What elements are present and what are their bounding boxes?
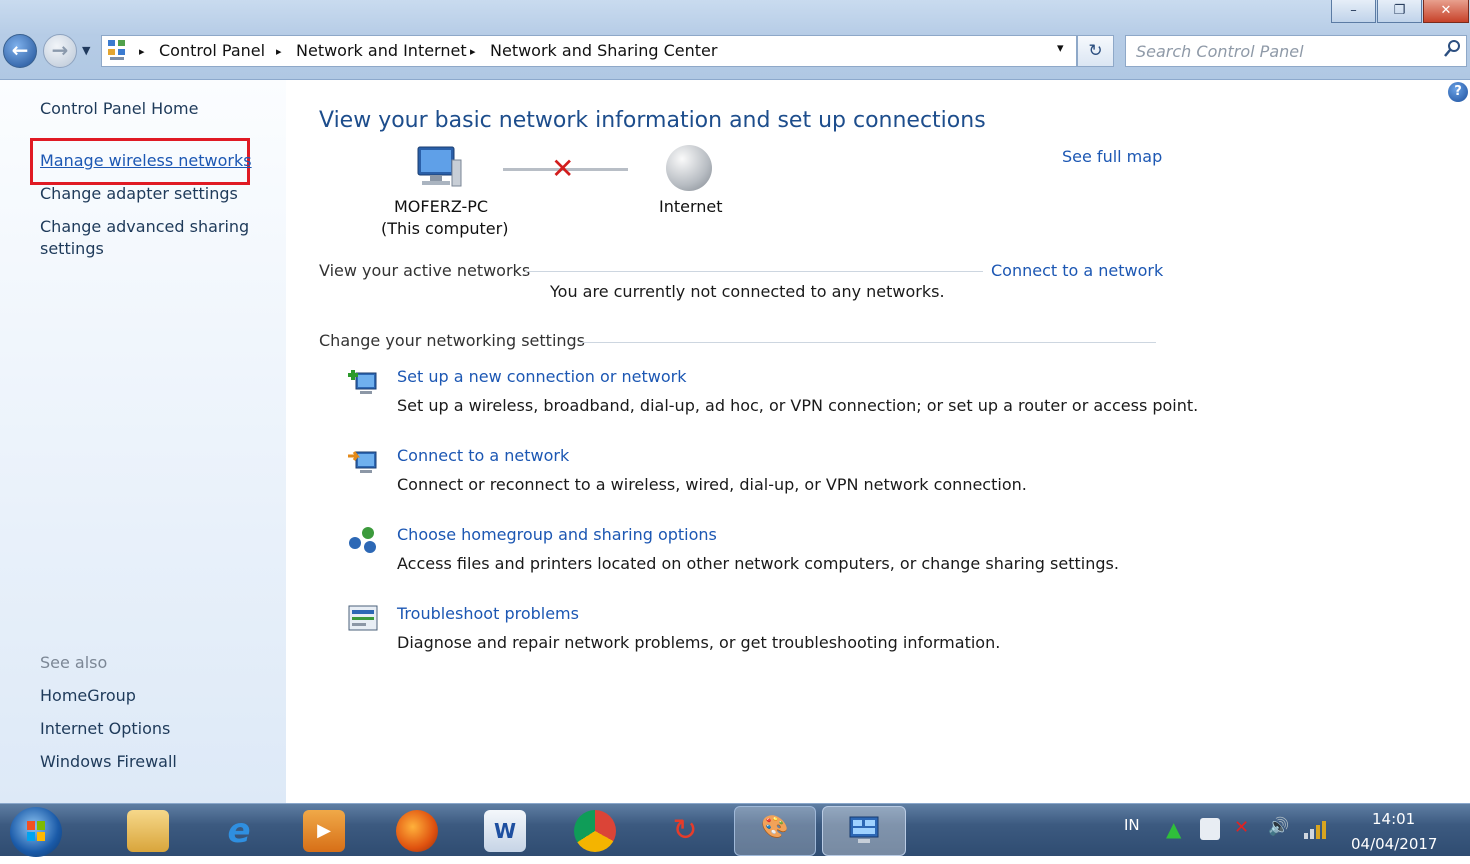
firefox-icon[interactable] xyxy=(396,810,438,852)
page-title: View your basic network information and … xyxy=(319,108,986,133)
minimize-button[interactable]: – xyxy=(1331,0,1376,23)
breadcrumb-control-panel[interactable]: Control Panel xyxy=(159,41,265,60)
breadcrumb-network-and-internet[interactable]: Network and Internet xyxy=(296,41,467,60)
active-networks-heading: View your active networks xyxy=(319,261,531,280)
search-input[interactable]: Search Control Panel xyxy=(1136,42,1304,61)
disconnected-x-icon: ✕ xyxy=(551,152,575,185)
internet-label: Internet xyxy=(659,197,723,216)
volume-icon[interactable]: 🔊 xyxy=(1268,817,1289,837)
homegroup-icon xyxy=(346,523,380,557)
control-panel-icon xyxy=(107,39,127,61)
forward-button[interactable]: → xyxy=(43,34,77,68)
breadcrumb-network-and-sharing-center[interactable]: Network and Sharing Center xyxy=(490,41,717,60)
maximize-button[interactable]: ❐ xyxy=(1377,0,1422,23)
sidebar-internet-options[interactable]: Internet Options xyxy=(40,718,170,740)
start-button[interactable] xyxy=(10,807,62,857)
task-troubleshoot-link[interactable]: Troubleshoot problems xyxy=(397,604,579,623)
computer-icon[interactable] xyxy=(414,144,464,190)
control-panel-taskbar-button[interactable] xyxy=(822,806,906,856)
media-player-icon[interactable]: ▶ xyxy=(303,810,345,852)
paint-taskbar-button[interactable]: 🎨 xyxy=(734,806,816,856)
breadcrumb-separator-icon[interactable]: ▸ xyxy=(139,45,145,58)
title-bar: – ❐ ✕ ← → ▼ ▸ Control Panel ▸ Network an… xyxy=(0,0,1470,80)
task-setup-connection-desc: Set up a wireless, broadband, dial-up, a… xyxy=(397,396,1199,415)
connect-network-icon xyxy=(346,444,380,478)
search-icon[interactable] xyxy=(1444,39,1462,64)
system-tray: IN ▲ ✕ 🔊 14:01 04/04/2017 xyxy=(1100,804,1470,857)
clock-time[interactable]: 14:01 xyxy=(1372,810,1415,828)
sidebar-control-panel-home[interactable]: Control Panel Home xyxy=(40,98,198,120)
task-connect-network-link[interactable]: Connect to a network xyxy=(397,446,569,465)
computer-subtitle: (This computer) xyxy=(381,219,509,238)
sidebar-homegroup[interactable]: HomeGroup xyxy=(40,685,136,707)
computer-name: MOFERZ-PC xyxy=(394,197,489,216)
recent-pages-chevron-icon[interactable]: ▼ xyxy=(82,44,90,57)
language-indicator[interactable]: IN xyxy=(1124,816,1140,834)
divider xyxy=(580,342,1156,343)
breadcrumb-separator-icon[interactable]: ▸ xyxy=(276,45,282,58)
task-homegroup-desc: Access files and printers located on oth… xyxy=(397,554,1119,573)
no-connection-message: You are currently not connected to any n… xyxy=(550,282,945,301)
taskbar: e ▶ W ↻ 🎨 IN ▲ ✕ 🔊 14:01 04/04/2017 xyxy=(0,803,1470,857)
word-icon[interactable]: W xyxy=(484,810,526,852)
see-also-heading: See also xyxy=(40,653,108,672)
task-troubleshoot-desc: Diagnose and repair network problems, or… xyxy=(397,633,1001,652)
new-connection-icon xyxy=(346,365,380,399)
divider xyxy=(525,271,983,272)
networking-settings-heading: Change your networking settings xyxy=(319,331,586,350)
sidebar-change-advanced-sharing-settings[interactable]: Change advanced sharing settings xyxy=(40,216,255,260)
internet-explorer-icon[interactable]: e xyxy=(218,810,260,852)
signal-icon[interactable] xyxy=(1303,818,1327,840)
troubleshoot-icon xyxy=(346,602,380,636)
clock-date[interactable]: 04/04/2017 xyxy=(1351,835,1437,853)
task-connect-network-desc: Connect or reconnect to a wireless, wire… xyxy=(397,475,1027,494)
back-button[interactable]: ← xyxy=(3,34,37,68)
breadcrumb-separator-icon[interactable]: ▸ xyxy=(470,45,476,58)
connect-to-network-link[interactable]: Connect to a network xyxy=(991,261,1163,280)
sidebar-manage-wireless-networks[interactable]: Manage wireless networks xyxy=(40,150,252,172)
chrome-icon[interactable] xyxy=(574,810,616,852)
refresh-button[interactable]: ↻ xyxy=(1077,35,1114,67)
sidebar-windows-firewall[interactable]: Windows Firewall xyxy=(40,751,177,773)
sidebar-change-adapter-settings[interactable]: Change adapter settings xyxy=(40,183,238,205)
network-error-icon[interactable]: ✕ xyxy=(1234,817,1249,838)
green-triangle-icon[interactable]: ▲ xyxy=(1166,818,1181,840)
task-homegroup-link[interactable]: Choose homegroup and sharing options xyxy=(397,525,717,544)
internet-globe-icon[interactable] xyxy=(666,145,712,191)
network-sharing-center-window: – ❐ ✕ ← → ▼ ▸ Control Panel ▸ Network an… xyxy=(0,0,1470,803)
task-setup-connection-link[interactable]: Set up a new connection or network xyxy=(397,367,686,386)
search-box[interactable]: Search Control Panel xyxy=(1125,35,1467,67)
device-icon[interactable] xyxy=(1200,818,1220,840)
help-icon[interactable]: ? xyxy=(1448,82,1468,102)
address-bar[interactable]: ▸ Control Panel ▸ Network and Internet ▸… xyxy=(101,35,1077,67)
see-full-map-link[interactable]: See full map xyxy=(1062,147,1162,166)
address-dropdown-icon[interactable]: ▾ xyxy=(1057,41,1064,56)
explorer-icon[interactable] xyxy=(127,810,169,852)
close-button[interactable]: ✕ xyxy=(1423,0,1469,23)
sync-app-icon[interactable]: ↻ xyxy=(664,810,706,852)
